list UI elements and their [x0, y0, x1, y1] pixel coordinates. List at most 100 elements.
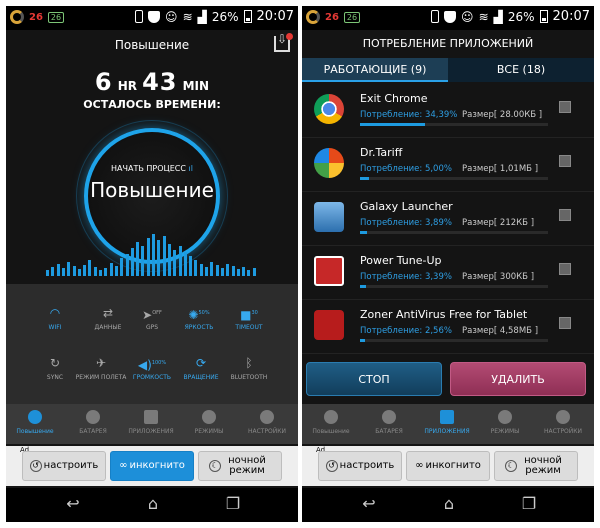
usage-bar-fill: [360, 231, 368, 234]
home-icon[interactable]: ⌂: [142, 494, 164, 514]
app-name: Power Tune-Up: [360, 254, 442, 267]
toggle-label: TIMEOUT: [235, 324, 263, 331]
equalizer-bar: [236, 269, 240, 276]
equalizer-bar: [141, 246, 145, 276]
tab-boost[interactable]: Повышение: [6, 404, 64, 444]
battery-percent: 26%: [211, 9, 239, 24]
start-process-label: НАЧАТЬ ПРОЦЕСС ıl: [6, 164, 298, 173]
delete-button[interactable]: УДАЛИТЬ: [450, 362, 586, 396]
toggle-airplane[interactable]: ✈ РЕЖИМ ПОЛЕТА: [72, 356, 130, 381]
boost-screen: 26 26 ☺ ≋ ▟ 26% 20:07 Повышение 6 HR 43 …: [6, 6, 298, 522]
signal-icon: ▟: [493, 9, 503, 24]
power-tuneup-icon: [314, 256, 344, 286]
equalizer-bar: [88, 260, 92, 276]
tab-settings[interactable]: НАСТРОЙКИ: [238, 404, 296, 444]
tab-label: Повышение: [16, 428, 54, 435]
equalizer-mini-icon: ıl: [188, 164, 193, 173]
toggle-label: GPS: [145, 324, 159, 331]
list-item[interactable]: Dr.Tariff Потребление: 5,00% Размер[ 1,0…: [302, 140, 594, 192]
home-icon[interactable]: ⌂: [438, 494, 460, 514]
signal-icon: ▟: [197, 9, 207, 24]
equalizer-bar: [178, 246, 182, 276]
ad-night-button[interactable]: ☾ ночной режим: [198, 451, 282, 481]
boost-tab-icon: [324, 410, 338, 424]
stop-button[interactable]: СТОП: [306, 362, 442, 396]
incognito-icon: ∞: [415, 460, 424, 471]
tab-battery[interactable]: БАТАРЕЯ: [360, 404, 418, 444]
time-hours: 6: [94, 68, 113, 96]
ad-incognito-label: инкогнито: [129, 460, 185, 471]
toggle-timeout[interactable]: ■30 TIMEOUT: [220, 306, 278, 331]
boost-word: Повышение: [90, 178, 214, 202]
list-item[interactable]: Power Tune-Up Потребление: 3,39% Размер[…: [302, 248, 594, 300]
back-icon[interactable]: ↩: [358, 494, 380, 514]
tab-battery[interactable]: БАТАРЕЯ: [64, 404, 122, 444]
equalizer-bar: [152, 234, 155, 276]
toggle-label: WIFI: [48, 324, 62, 331]
recent-apps-icon[interactable]: ❐: [518, 494, 540, 514]
zoner-antivirus-icon: [314, 310, 344, 340]
tab-running[interactable]: РАБОТАЮЩИЕ (9): [302, 58, 448, 82]
battery-icon: [243, 10, 252, 23]
tab-label: РЕЖИМЫ: [194, 428, 224, 435]
tab-modes[interactable]: РЕЖИМЫ: [476, 404, 534, 444]
system-navbar: ↩ ⌂ ❐: [6, 488, 298, 522]
tab-all[interactable]: ВСЕ (18): [448, 58, 594, 82]
app-usage: Потребление: 5,00%: [360, 164, 452, 174]
quick-toggles: ◠ WIFI ⇄ ДАННЫЕ ➤OFF GPS ✺50% ЯРКОСТЬ ■3…: [6, 284, 298, 404]
battery-tab-icon: [86, 410, 100, 424]
time-hr-label: HR: [117, 79, 138, 93]
toggle-wifi[interactable]: ◠ WIFI: [26, 306, 84, 331]
app-size: Размер[ 1,01МБ ]: [462, 164, 539, 174]
time-remaining: 6 HR 43 MIN: [6, 68, 298, 96]
app-checkbox[interactable]: [559, 317, 571, 329]
tab-settings[interactable]: НАСТРОЙКИ: [534, 404, 592, 444]
app-checkbox[interactable]: [559, 101, 571, 113]
toggle-label: ЯРКОСТЬ: [184, 324, 214, 331]
equalizer-bar: [120, 258, 124, 276]
tab-label: НАСТРОЙКИ: [543, 428, 583, 435]
ad-incognito-button[interactable]: ∞ инкогнито: [110, 451, 194, 481]
ad-setup-button[interactable]: ↺ настроить: [318, 451, 402, 481]
tab-label: БАТАРЕЯ: [375, 428, 403, 435]
gear-icon: [556, 410, 570, 424]
tab-apps[interactable]: ПРИЛОЖЕНИЯ: [418, 404, 476, 444]
toggle-label: SYNC: [46, 374, 64, 381]
setup-icon: ↺: [325, 460, 338, 472]
app-checkbox[interactable]: [559, 155, 571, 167]
equalizer-bar: [51, 267, 55, 276]
app-usage: Потребление: 34,39%: [360, 110, 458, 120]
usage-bar-fill: [360, 177, 370, 180]
back-icon[interactable]: ↩: [62, 494, 84, 514]
usage-bar: [360, 285, 548, 288]
ad-night-button[interactable]: ☾ ночной режим: [494, 451, 578, 481]
equalizer-bar: [104, 268, 108, 276]
status-bar: 26 26 ☺ ≋ ▟ 26% 20:07: [302, 6, 594, 30]
toggle-bluetooth[interactable]: ᛒ BLUETOOTH: [220, 356, 278, 381]
time-remaining-label: ОСТАЛОСЬ ВРЕМЕНИ:: [83, 98, 221, 111]
list-item[interactable]: Zoner AntiVirus Free for Tablet Потребле…: [302, 302, 594, 354]
tab-apps[interactable]: ПРИЛОЖЕНИЯ: [122, 404, 180, 444]
ad-incognito-button[interactable]: ∞ инкогнито: [406, 451, 490, 481]
equalizer-bar: [252, 268, 256, 276]
tab-boost[interactable]: Повышение: [302, 404, 360, 444]
ad-bar: Ad ↺ настроить ∞ инкогнито ☾ ночной режи…: [6, 446, 298, 486]
gps-badge: OFF: [152, 310, 162, 316]
recent-apps-icon[interactable]: ❐: [222, 494, 244, 514]
tab-modes[interactable]: РЕЖИМЫ: [180, 404, 238, 444]
equalizer-bar: [77, 269, 81, 276]
list-item[interactable]: Exit Chrome Потребление: 34,39% Размер[ …: [302, 86, 594, 138]
incognito-icon: ∞: [119, 460, 128, 471]
ad-setup-button[interactable]: ↺ настроить: [22, 451, 106, 481]
equalizer-bar: [247, 270, 251, 276]
app-name: Galaxy Launcher: [360, 200, 453, 213]
app-checkbox[interactable]: [559, 263, 571, 275]
list-item[interactable]: Galaxy Launcher Потребление: 3,89% Разме…: [302, 194, 594, 246]
galaxy-launcher-icon: [314, 202, 344, 232]
app-size: Размер[ 4,58МБ ]: [462, 326, 539, 336]
ad-bar: Ad ↺ настроить ∞ инкогнито ☾ ночной режи…: [302, 446, 594, 486]
equalizer-bar: [162, 236, 166, 276]
time-minutes: 43: [142, 68, 178, 96]
app-checkbox[interactable]: [559, 209, 571, 221]
usage-bar-fill: [360, 123, 425, 126]
